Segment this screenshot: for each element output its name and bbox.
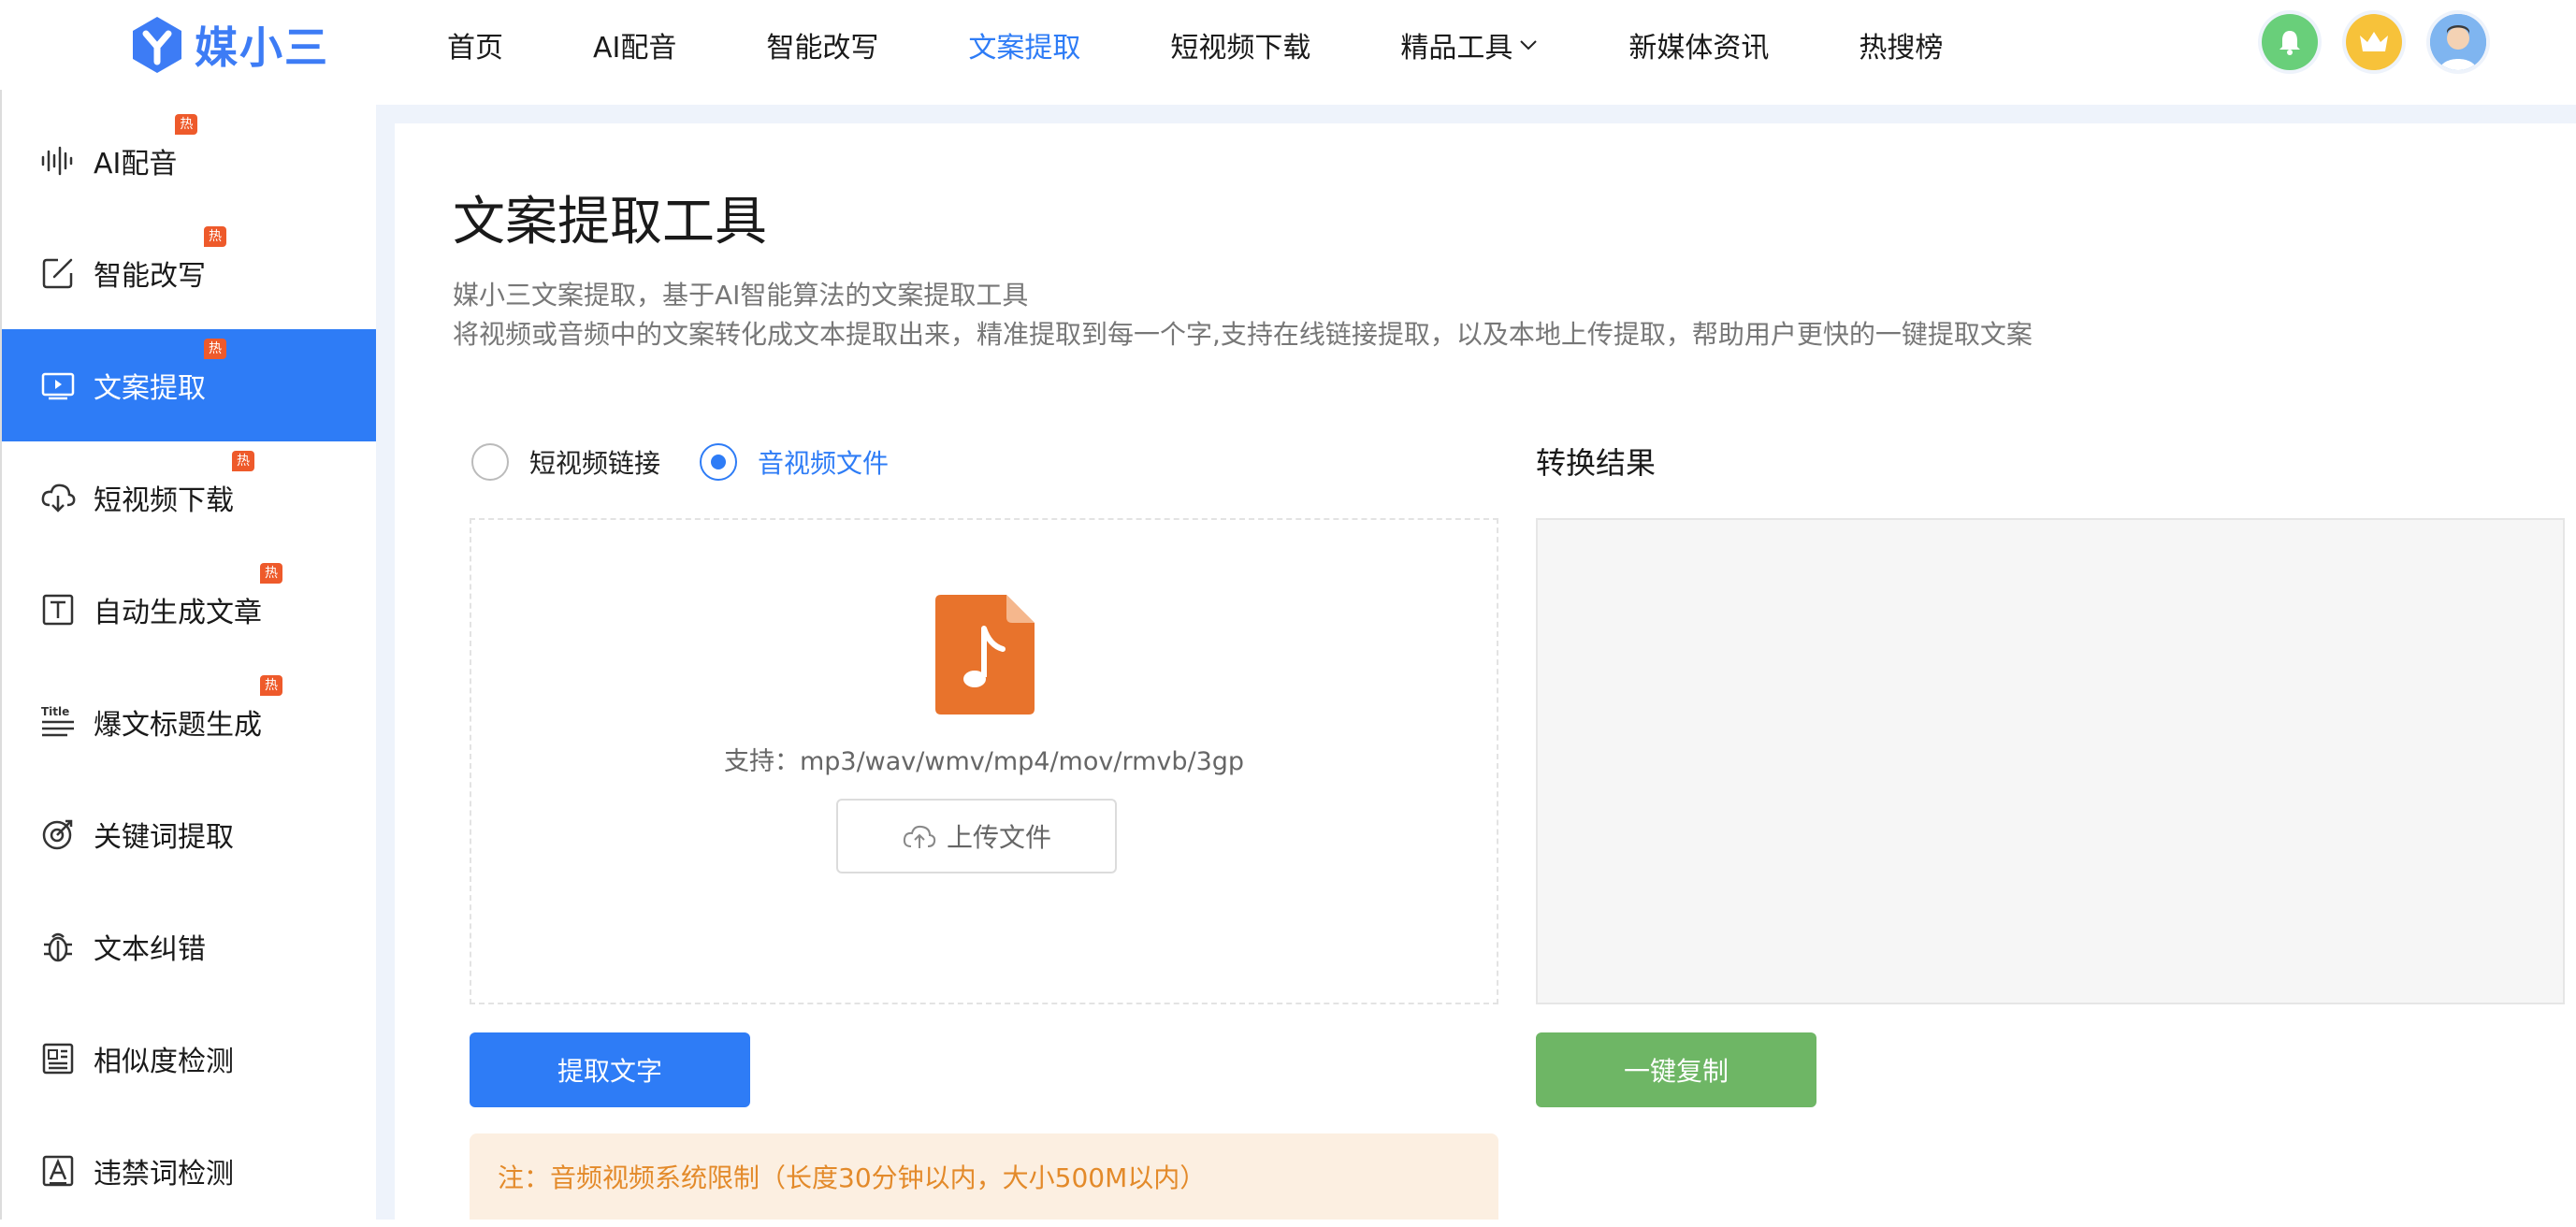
edit-icon [42,258,73,289]
sidebar-item-title-generator[interactable]: Title 爆文标题生成热 [2,666,378,778]
upload-file-label: 上传文件 [946,822,1051,853]
radio-media-file[interactable]: 音视频文件 [700,443,889,481]
sidebar: AI配音热 智能改写热 文案提取热 短视频下载热 自动生成文章热 Title 爆… [0,90,378,1220]
top-nav: 首页 AI配音 智能改写 文案提取 短视频下载 精品工具 新媒体资讯 热搜榜 [447,0,2033,90]
nav-item-premium-tools[interactable]: 精品工具 [1400,24,1539,65]
radio-label: 短视频链接 [529,448,661,479]
cloud-download-icon [41,484,76,512]
page-title: 文案提取工具 [453,192,767,253]
upload-file-button[interactable]: 上传文件 [836,799,1117,873]
nav-item-copy-extract[interactable]: 文案提取 [968,24,1080,65]
letter-a-icon [42,1155,74,1187]
sidebar-item-label: 文本纠错 [94,933,206,966]
supported-formats-text: 支持：mp3/wav/wmv/mp4/mov/rmvb/3gp [723,747,1245,776]
music-file-icon [935,595,1035,715]
result-textarea[interactable] [1536,518,2565,1004]
sidebar-item-label: 相似度检测 [94,1046,234,1078]
top-header: 媒小三 首页 AI配音 智能改写 文案提取 短视频下载 精品工具 新媒体资讯 热… [0,0,2576,90]
hot-badge: 热 [232,451,254,471]
sidebar-item-label: 爆文标题生成热 [94,675,282,743]
bug-icon [44,932,72,962]
sidebar-item-smart-rewrite[interactable]: 智能改写热 [2,217,378,329]
copy-all-button[interactable]: 一键复制 [1536,1032,1816,1107]
hot-badge: 热 [260,563,282,584]
logo[interactable]: 媒小三 [129,13,329,77]
sidebar-item-text-correction[interactable]: 文本纠错 [2,890,378,1003]
sidebar-item-label: 智能改写热 [94,226,226,294]
nav-item-home[interactable]: 首页 [447,24,503,65]
nav-item-premium-tools-label: 精品工具 [1400,32,1513,65]
hot-badge: 热 [204,226,226,247]
crown-icon [2360,32,2388,51]
sidebar-item-label: 自动生成文章热 [94,563,282,630]
sidebar-item-label: 短视频下载热 [94,451,254,518]
extract-text-button[interactable]: 提取文字 [470,1032,750,1107]
page-description-line-1: 媒小三文案提取，基于AI智能算法的文案提取工具 [453,280,1029,310]
text-box-icon [42,594,74,626]
sidebar-item-label: 关键词提取 [94,821,234,854]
sidebar-item-label: 违禁词检测 [94,1158,234,1191]
radio-circle [700,443,738,481]
source-type-radio-group: 短视频链接 音视频文件 [471,443,928,481]
sidebar-item-keyword-extract[interactable]: 关键词提取 [2,778,378,890]
page-description-line-2: 将视频或音频中的文案转化成文本提取出来，精准提取到每一个字,支持在线链接提取，以… [453,319,2033,350]
waveform-icon [41,146,73,176]
nav-item-smart-rewrite[interactable]: 智能改写 [766,24,878,65]
sidebar-item-label: AI配音热 [94,114,198,181]
cloud-upload-icon [903,825,936,848]
header-actions [2262,14,2486,70]
upload-dropzone[interactable]: 支持：mp3/wav/wmv/mp4/mov/rmvb/3gp 上传文件 [470,518,1498,1004]
sidebar-item-similarity-check[interactable]: 相似度检测 [2,1003,378,1115]
sidebar-item-video-download[interactable]: 短视频下载热 [2,441,378,554]
nav-item-video-download[interactable]: 短视频下载 [1170,24,1310,65]
video-icon [41,372,75,400]
avatar[interactable] [2430,14,2486,70]
nav-item-media-news[interactable]: 新媒体资讯 [1628,24,1769,65]
radio-video-link[interactable]: 短视频链接 [471,443,660,481]
sidebar-item-forbidden-words[interactable]: 违禁词检测 [2,1115,378,1227]
svg-text:Title: Title [41,705,69,718]
title-icon: Title [41,705,74,737]
notification-button[interactable] [2262,14,2318,70]
sidebar-item-ai-dubbing[interactable]: AI配音热 [2,105,378,217]
user-avatar-icon [2430,14,2486,70]
limit-note: 注：音频视频系统限制（长度30分钟以内，大小500M以内） [470,1133,1498,1220]
hot-badge: 热 [260,675,282,696]
hot-badge: 热 [175,114,198,135]
nav-item-ai-dubbing[interactable]: AI配音 [593,24,676,65]
sidebar-item-label: 文案提取热 [94,339,226,406]
vip-button[interactable] [2346,14,2402,70]
hot-badge: 热 [204,339,226,359]
radio-circle [471,443,509,481]
target-icon [42,819,73,850]
logo-text: 媒小三 [195,22,329,73]
logo-icon [133,17,181,73]
sidebar-item-copy-extract[interactable]: 文案提取热 [2,329,378,441]
document-compare-icon [42,1043,74,1075]
nav-item-trending[interactable]: 热搜榜 [1859,24,1943,65]
result-title: 转换结果 [1536,445,1657,481]
bell-icon [2279,31,2300,55]
radio-label: 音视频文件 [758,448,890,479]
chevron-down-icon [1520,40,1538,51]
sidebar-item-auto-article[interactable]: 自动生成文章热 [2,554,378,666]
